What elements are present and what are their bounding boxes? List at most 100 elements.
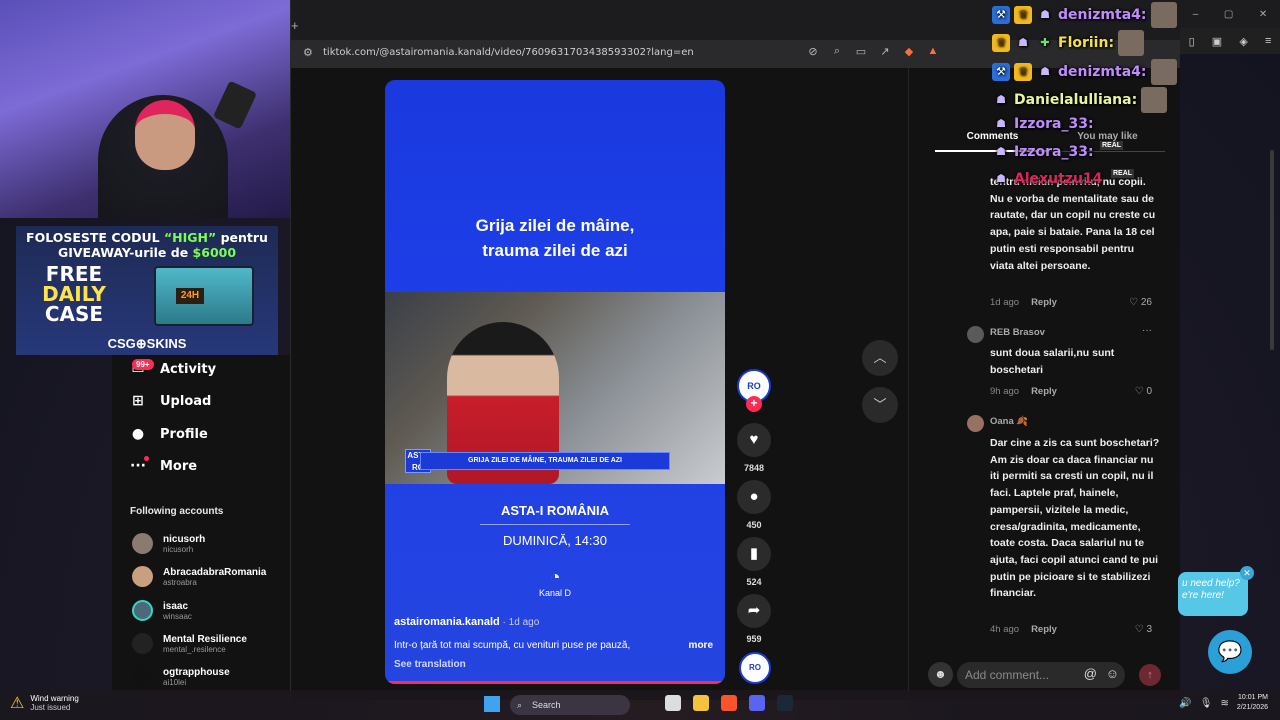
following-account[interactable]: nicusorh nicusorh — [132, 533, 205, 554]
taskbar-search[interactable]: ⌕ Search — [510, 695, 630, 715]
comment-like[interactable]: ♡ 3 — [1135, 624, 1152, 635]
share-arrow-icon: ➦ — [747, 602, 761, 619]
menu-icon[interactable]: ≡ — [1265, 35, 1271, 47]
more-dots-icon: ··· — [130, 456, 149, 474]
next-video-button[interactable]: ﹀ — [862, 387, 898, 423]
taskbar-apps — [665, 695, 793, 711]
video-author[interactable]: astairomania.kanald · 1d ago — [394, 616, 539, 628]
comment-like-count: 3 — [1146, 624, 1152, 635]
avatar[interactable] — [967, 326, 984, 343]
vpn-icon[interactable]: ◈ — [1239, 35, 1247, 48]
help-text-2: e're here! — [1182, 590, 1224, 601]
comment-input[interactable] — [965, 668, 1075, 682]
plus-badge-icon: ✚ — [1040, 36, 1050, 49]
lower-third: GRIJA ZILEI DE MÂINE, TRAUMA ZILEI DE AZ… — [420, 452, 670, 470]
show-name: ASTA-I ROMÂNIA — [500, 503, 610, 518]
minimize-icon[interactable]: – — [1193, 9, 1199, 20]
comment-like-count: 26 — [1140, 297, 1152, 308]
send-comment-button[interactable]: ↑ — [1139, 664, 1161, 686]
volume-icon[interactable]: 🔊 — [1179, 698, 1191, 709]
follow-plus-icon[interactable]: + — [746, 396, 762, 412]
comment-options-icon[interactable]: ··· — [1142, 325, 1152, 336]
like-button[interactable]: ♥ — [737, 423, 771, 457]
brave-rewards-icon[interactable]: ▲ — [926, 45, 940, 58]
reply-button[interactable]: Reply — [1031, 386, 1057, 397]
headline-line-1: Grija zilei de mâine, — [475, 216, 635, 235]
comment-like-count: 0 — [1146, 386, 1152, 397]
avatar — [132, 666, 153, 687]
crown-badge-icon: ♛ — [992, 34, 1010, 52]
save-button[interactable]: ▮ — [737, 537, 771, 571]
support-chat-button[interactable]: 💬 — [1208, 630, 1252, 674]
zoom-icon[interactable]: ⌕ — [830, 45, 844, 58]
sidebar-item-label: Activity — [160, 361, 217, 377]
scrollbar[interactable] — [1270, 150, 1274, 350]
sidebar-item-more[interactable]: ··· More — [130, 456, 198, 474]
url-text[interactable]: tiktok.com/@astairomania.kanald/video/76… — [323, 47, 694, 58]
reply-button[interactable]: Reply — [1031, 297, 1057, 308]
more-button[interactable]: more — [689, 640, 713, 651]
mention-icon[interactable]: @ — [1084, 666, 1097, 681]
steam-icon[interactable] — [777, 695, 793, 711]
file-icon[interactable] — [665, 695, 681, 711]
comment-text: Dar cine a zis ca sunt boschetari? Am zi… — [990, 437, 1160, 600]
heart-outline-icon: ♡ — [1134, 386, 1144, 397]
account-handle: mental_.resilence — [163, 644, 226, 654]
video-player[interactable]: Grija zilei de mâine, trauma zilei de az… — [385, 80, 725, 684]
account-handle: astroabra — [163, 577, 197, 587]
new-tab-button[interactable]: + — [291, 18, 299, 33]
help-bubble[interactable]: u need help? e're here! — [1178, 572, 1248, 616]
site-settings-icon[interactable]: ⚙ — [303, 47, 315, 59]
microphone-tray-icon[interactable]: 🎙 — [1200, 698, 1213, 709]
chat-message: ☗ Alexutzu14 — [992, 170, 1102, 188]
folder-icon[interactable] — [693, 695, 709, 711]
sidebar-item-label: More — [160, 458, 198, 474]
comment-author[interactable]: REB Brasov — [990, 327, 1045, 338]
comment-button[interactable]: ● — [737, 480, 771, 514]
chat-avatar — [1150, 59, 1177, 85]
brave-shield-icon[interactable]: ◆ — [902, 45, 916, 58]
sidebar-item-label: Upload — [160, 393, 212, 409]
comment-like[interactable]: ♡ 26 — [1129, 297, 1152, 308]
reply-button[interactable]: Reply — [1031, 624, 1057, 635]
sound-avatar[interactable]: RO — [739, 652, 771, 684]
clock[interactable]: 10:01 PM 2/21/2026 — [1237, 693, 1268, 713]
chat-avatar — [1118, 30, 1145, 56]
share-button[interactable]: ➦ — [737, 594, 771, 628]
brave-icon[interactable] — [721, 695, 737, 711]
share-icon[interactable]: ↗ — [878, 45, 892, 58]
close-icon[interactable]: ✕ — [1240, 566, 1254, 580]
see-translation-link[interactable]: See translation — [394, 659, 466, 670]
show-schedule: DUMINICĂ, 14:30 — [502, 533, 608, 548]
following-account[interactable]: isaac winsaac — [132, 600, 192, 621]
following-account[interactable]: Mental Resilience mental_.resilence — [132, 633, 247, 654]
comment-like[interactable]: ♡ 0 — [1135, 386, 1152, 397]
maximize-icon[interactable]: ▢ — [1224, 9, 1233, 20]
sidebar-toggle-icon[interactable]: ▯ — [1189, 35, 1195, 48]
avatar[interactable] — [967, 415, 984, 432]
robot-badge-icon: ☗ — [996, 172, 1006, 185]
weather-widget[interactable]: ⚠ Wind warning Just issued — [10, 693, 79, 713]
mute-icon[interactable]: ⊘ — [806, 45, 820, 58]
cast-icon[interactable]: ▭ — [854, 45, 868, 58]
author-name[interactable]: astairomania.kanald — [394, 616, 500, 628]
wifi-icon[interactable]: ≋ — [1220, 698, 1228, 709]
promo-line-1: FOLOSESTE CODUL “HIGH” pentru — [26, 230, 268, 245]
emoji-icon[interactable]: ☺ — [1106, 666, 1119, 681]
close-window-icon[interactable]: ✕ — [1259, 9, 1267, 20]
kanal-d-logo: ◔ Kanal D — [530, 567, 580, 603]
sidebar-item-upload[interactable]: ⊞ Upload — [130, 393, 211, 409]
sidebar-item-profile[interactable]: ● Profile — [130, 426, 208, 442]
previous-video-button[interactable]: ︿ — [862, 340, 898, 376]
following-account[interactable]: ogtrapphouse ai10lei — [132, 666, 230, 687]
following-account[interactable]: AbracadabraRomania astroabra — [132, 566, 266, 587]
comments-panel: Comments You may like tentru niciun pein… — [908, 68, 1180, 693]
video-progress-bar[interactable] — [385, 681, 725, 684]
promo-line-2: GIVEAWAY-urile de $6000 — [57, 245, 237, 260]
wallet-icon[interactable]: ▣ — [1212, 35, 1222, 48]
address-tools: ⊘ ⌕ ▭ ↗ ◆ ▲ — [806, 45, 940, 58]
discord-icon[interactable] — [749, 695, 765, 711]
chat-username: denizmta4: — [1058, 64, 1147, 80]
windows-start-icon[interactable] — [484, 696, 500, 712]
comment-author[interactable]: Oana 🍂 — [990, 416, 1028, 427]
